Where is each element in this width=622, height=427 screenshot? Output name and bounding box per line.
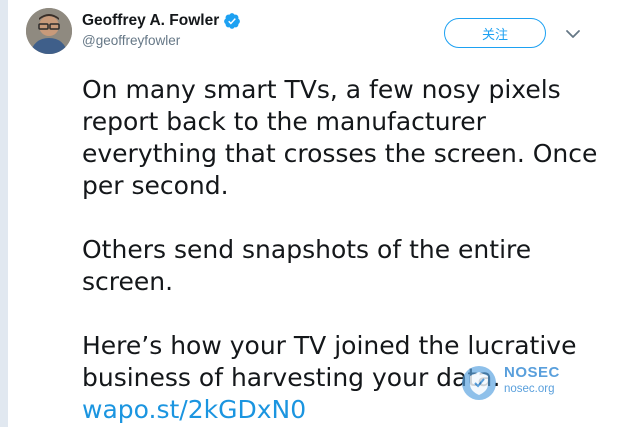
tweet-paragraph: Others send snapshots of the entire scre… bbox=[82, 235, 532, 296]
author-display-name[interactable]: Geoffrey A. Fowler bbox=[82, 10, 241, 32]
author-handle[interactable]: @geoffreyfowler bbox=[82, 33, 241, 48]
follow-button[interactable]: 关注 bbox=[444, 18, 546, 48]
thread-line bbox=[0, 0, 8, 427]
tweet-page: Geoffrey A. Fowler @geoffreyfowler 关注 On… bbox=[0, 0, 622, 427]
nosec-watermark: NOSEC nosec.org bbox=[460, 362, 572, 402]
avatar[interactable] bbox=[26, 8, 72, 54]
watermark-title: NOSEC bbox=[504, 364, 560, 381]
chevron-down-icon[interactable] bbox=[564, 26, 582, 42]
tweet-paragraph: On many smart TVs, a few nosy pixels rep… bbox=[82, 75, 598, 200]
nosec-logo-icon bbox=[460, 364, 498, 402]
user-info: Geoffrey A. Fowler @geoffreyfowler bbox=[82, 10, 241, 48]
watermark-subtitle: nosec.org bbox=[504, 383, 555, 395]
author-name-text[interactable]: Geoffrey A. Fowler bbox=[82, 12, 219, 30]
tweet-header: Geoffrey A. Fowler @geoffreyfowler 关注 bbox=[26, 8, 606, 56]
verified-badge-icon bbox=[223, 12, 241, 30]
